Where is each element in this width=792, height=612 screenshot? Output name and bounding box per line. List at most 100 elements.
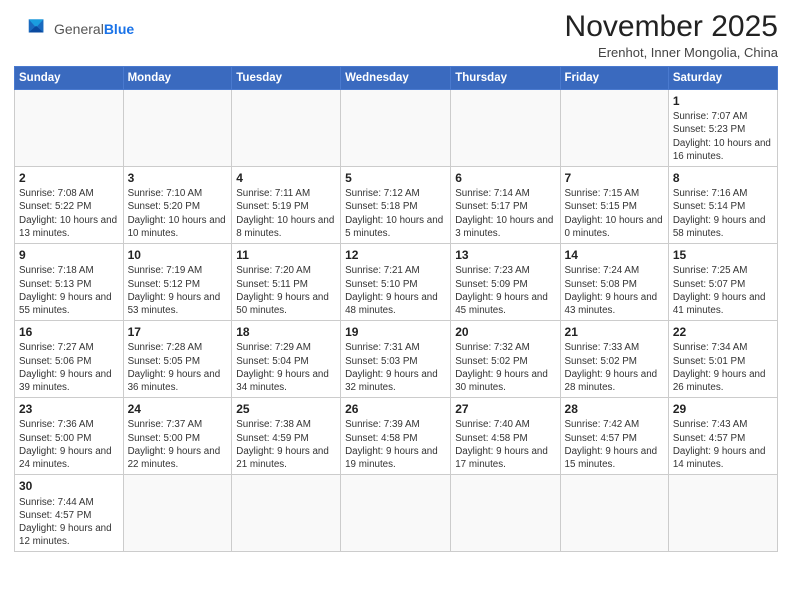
calendar-day-cell (668, 475, 777, 552)
day-number: 29 (673, 401, 773, 417)
day-number: 27 (455, 401, 555, 417)
logo-icon (14, 16, 50, 44)
day-number: 12 (345, 247, 446, 263)
calendar-day-cell (560, 475, 668, 552)
location: Erenhot, Inner Mongolia, China (565, 45, 778, 60)
calendar-day-cell (15, 90, 124, 167)
day-info: Sunrise: 7:19 AMSunset: 5:12 PMDaylight:… (128, 264, 228, 317)
day-info: Sunrise: 7:21 AMSunset: 5:10 PMDaylight:… (345, 264, 446, 317)
calendar-day-cell: 20Sunrise: 7:32 AMSunset: 5:02 PMDayligh… (451, 321, 560, 398)
day-number: 19 (345, 324, 446, 340)
calendar-day-cell (341, 475, 451, 552)
day-info: Sunrise: 7:07 AMSunset: 5:23 PMDaylight:… (673, 110, 773, 163)
weekday-header-cell: Monday (123, 67, 232, 90)
weekday-header-cell: Thursday (451, 67, 560, 90)
calendar-day-cell (341, 90, 451, 167)
calendar-day-cell: 5Sunrise: 7:12 AMSunset: 5:18 PMDaylight… (341, 167, 451, 244)
day-number: 28 (565, 401, 664, 417)
day-info: Sunrise: 7:39 AMSunset: 4:58 PMDaylight:… (345, 418, 446, 471)
weekday-header-cell: Saturday (668, 67, 777, 90)
calendar-day-cell: 21Sunrise: 7:33 AMSunset: 5:02 PMDayligh… (560, 321, 668, 398)
calendar-header: SundayMondayTuesdayWednesdayThursdayFrid… (15, 67, 778, 90)
calendar-day-cell: 4Sunrise: 7:11 AMSunset: 5:19 PMDaylight… (232, 167, 341, 244)
calendar-day-cell (123, 475, 232, 552)
day-info: Sunrise: 7:36 AMSunset: 5:00 PMDaylight:… (19, 418, 119, 471)
day-number: 21 (565, 324, 664, 340)
calendar-day-cell: 12Sunrise: 7:21 AMSunset: 5:10 PMDayligh… (341, 244, 451, 321)
day-info: Sunrise: 7:27 AMSunset: 5:06 PMDaylight:… (19, 341, 119, 394)
weekday-header-row: SundayMondayTuesdayWednesdayThursdayFrid… (15, 67, 778, 90)
calendar-day-cell: 10Sunrise: 7:19 AMSunset: 5:12 PMDayligh… (123, 244, 232, 321)
calendar-week-row: 9Sunrise: 7:18 AMSunset: 5:13 PMDaylight… (15, 244, 778, 321)
day-info: Sunrise: 7:43 AMSunset: 4:57 PMDaylight:… (673, 418, 773, 471)
day-number: 7 (565, 170, 664, 186)
day-number: 23 (19, 401, 119, 417)
calendar-day-cell (232, 475, 341, 552)
day-number: 8 (673, 170, 773, 186)
calendar-day-cell: 3Sunrise: 7:10 AMSunset: 5:20 PMDaylight… (123, 167, 232, 244)
weekday-header-cell: Tuesday (232, 67, 341, 90)
day-number: 26 (345, 401, 446, 417)
day-number: 14 (565, 247, 664, 263)
day-info: Sunrise: 7:10 AMSunset: 5:20 PMDaylight:… (128, 187, 228, 240)
day-number: 5 (345, 170, 446, 186)
day-info: Sunrise: 7:40 AMSunset: 4:58 PMDaylight:… (455, 418, 555, 471)
day-number: 1 (673, 93, 773, 109)
calendar-day-cell: 1Sunrise: 7:07 AMSunset: 5:23 PMDaylight… (668, 90, 777, 167)
day-info: Sunrise: 7:23 AMSunset: 5:09 PMDaylight:… (455, 264, 555, 317)
day-info: Sunrise: 7:37 AMSunset: 5:00 PMDaylight:… (128, 418, 228, 471)
calendar-day-cell: 24Sunrise: 7:37 AMSunset: 5:00 PMDayligh… (123, 398, 232, 475)
calendar-day-cell: 26Sunrise: 7:39 AMSunset: 4:58 PMDayligh… (341, 398, 451, 475)
day-number: 11 (236, 247, 336, 263)
title-area: November 2025 Erenhot, Inner Mongolia, C… (565, 10, 778, 60)
page: GeneralBlue November 2025 Erenhot, Inner… (0, 0, 792, 612)
day-info: Sunrise: 7:33 AMSunset: 5:02 PMDaylight:… (565, 341, 664, 394)
day-info: Sunrise: 7:24 AMSunset: 5:08 PMDaylight:… (565, 264, 664, 317)
calendar-day-cell: 27Sunrise: 7:40 AMSunset: 4:58 PMDayligh… (451, 398, 560, 475)
day-number: 24 (128, 401, 228, 417)
calendar-day-cell: 7Sunrise: 7:15 AMSunset: 5:15 PMDaylight… (560, 167, 668, 244)
calendar-body: 1Sunrise: 7:07 AMSunset: 5:23 PMDaylight… (15, 90, 778, 552)
day-info: Sunrise: 7:32 AMSunset: 5:02 PMDaylight:… (455, 341, 555, 394)
day-number: 9 (19, 247, 119, 263)
day-number: 17 (128, 324, 228, 340)
day-number: 30 (19, 478, 119, 494)
calendar-day-cell (232, 90, 341, 167)
calendar-day-cell (451, 90, 560, 167)
day-number: 15 (673, 247, 773, 263)
day-number: 3 (128, 170, 228, 186)
day-info: Sunrise: 7:12 AMSunset: 5:18 PMDaylight:… (345, 187, 446, 240)
day-info: Sunrise: 7:25 AMSunset: 5:07 PMDaylight:… (673, 264, 773, 317)
day-info: Sunrise: 7:20 AMSunset: 5:11 PMDaylight:… (236, 264, 336, 317)
day-number: 20 (455, 324, 555, 340)
day-info: Sunrise: 7:28 AMSunset: 5:05 PMDaylight:… (128, 341, 228, 394)
day-number: 2 (19, 170, 119, 186)
calendar-week-row: 1Sunrise: 7:07 AMSunset: 5:23 PMDaylight… (15, 90, 778, 167)
calendar-day-cell: 13Sunrise: 7:23 AMSunset: 5:09 PMDayligh… (451, 244, 560, 321)
calendar-day-cell: 28Sunrise: 7:42 AMSunset: 4:57 PMDayligh… (560, 398, 668, 475)
day-number: 13 (455, 247, 555, 263)
day-number: 16 (19, 324, 119, 340)
day-info: Sunrise: 7:31 AMSunset: 5:03 PMDaylight:… (345, 341, 446, 394)
calendar-day-cell: 17Sunrise: 7:28 AMSunset: 5:05 PMDayligh… (123, 321, 232, 398)
month-title: November 2025 (565, 10, 778, 43)
calendar-day-cell: 8Sunrise: 7:16 AMSunset: 5:14 PMDaylight… (668, 167, 777, 244)
calendar-day-cell: 6Sunrise: 7:14 AMSunset: 5:17 PMDaylight… (451, 167, 560, 244)
weekday-header-cell: Sunday (15, 67, 124, 90)
day-info: Sunrise: 7:29 AMSunset: 5:04 PMDaylight:… (236, 341, 336, 394)
calendar-day-cell (451, 475, 560, 552)
calendar-day-cell: 25Sunrise: 7:38 AMSunset: 4:59 PMDayligh… (232, 398, 341, 475)
calendar: SundayMondayTuesdayWednesdayThursdayFrid… (14, 66, 778, 552)
calendar-week-row: 23Sunrise: 7:36 AMSunset: 5:00 PMDayligh… (15, 398, 778, 475)
calendar-day-cell: 19Sunrise: 7:31 AMSunset: 5:03 PMDayligh… (341, 321, 451, 398)
day-info: Sunrise: 7:08 AMSunset: 5:22 PMDaylight:… (19, 187, 119, 240)
calendar-day-cell: 15Sunrise: 7:25 AMSunset: 5:07 PMDayligh… (668, 244, 777, 321)
day-info: Sunrise: 7:15 AMSunset: 5:15 PMDaylight:… (565, 187, 664, 240)
calendar-day-cell: 22Sunrise: 7:34 AMSunset: 5:01 PMDayligh… (668, 321, 777, 398)
day-number: 18 (236, 324, 336, 340)
calendar-day-cell: 23Sunrise: 7:36 AMSunset: 5:00 PMDayligh… (15, 398, 124, 475)
day-number: 6 (455, 170, 555, 186)
calendar-day-cell (123, 90, 232, 167)
calendar-day-cell: 14Sunrise: 7:24 AMSunset: 5:08 PMDayligh… (560, 244, 668, 321)
day-info: Sunrise: 7:11 AMSunset: 5:19 PMDaylight:… (236, 187, 336, 240)
